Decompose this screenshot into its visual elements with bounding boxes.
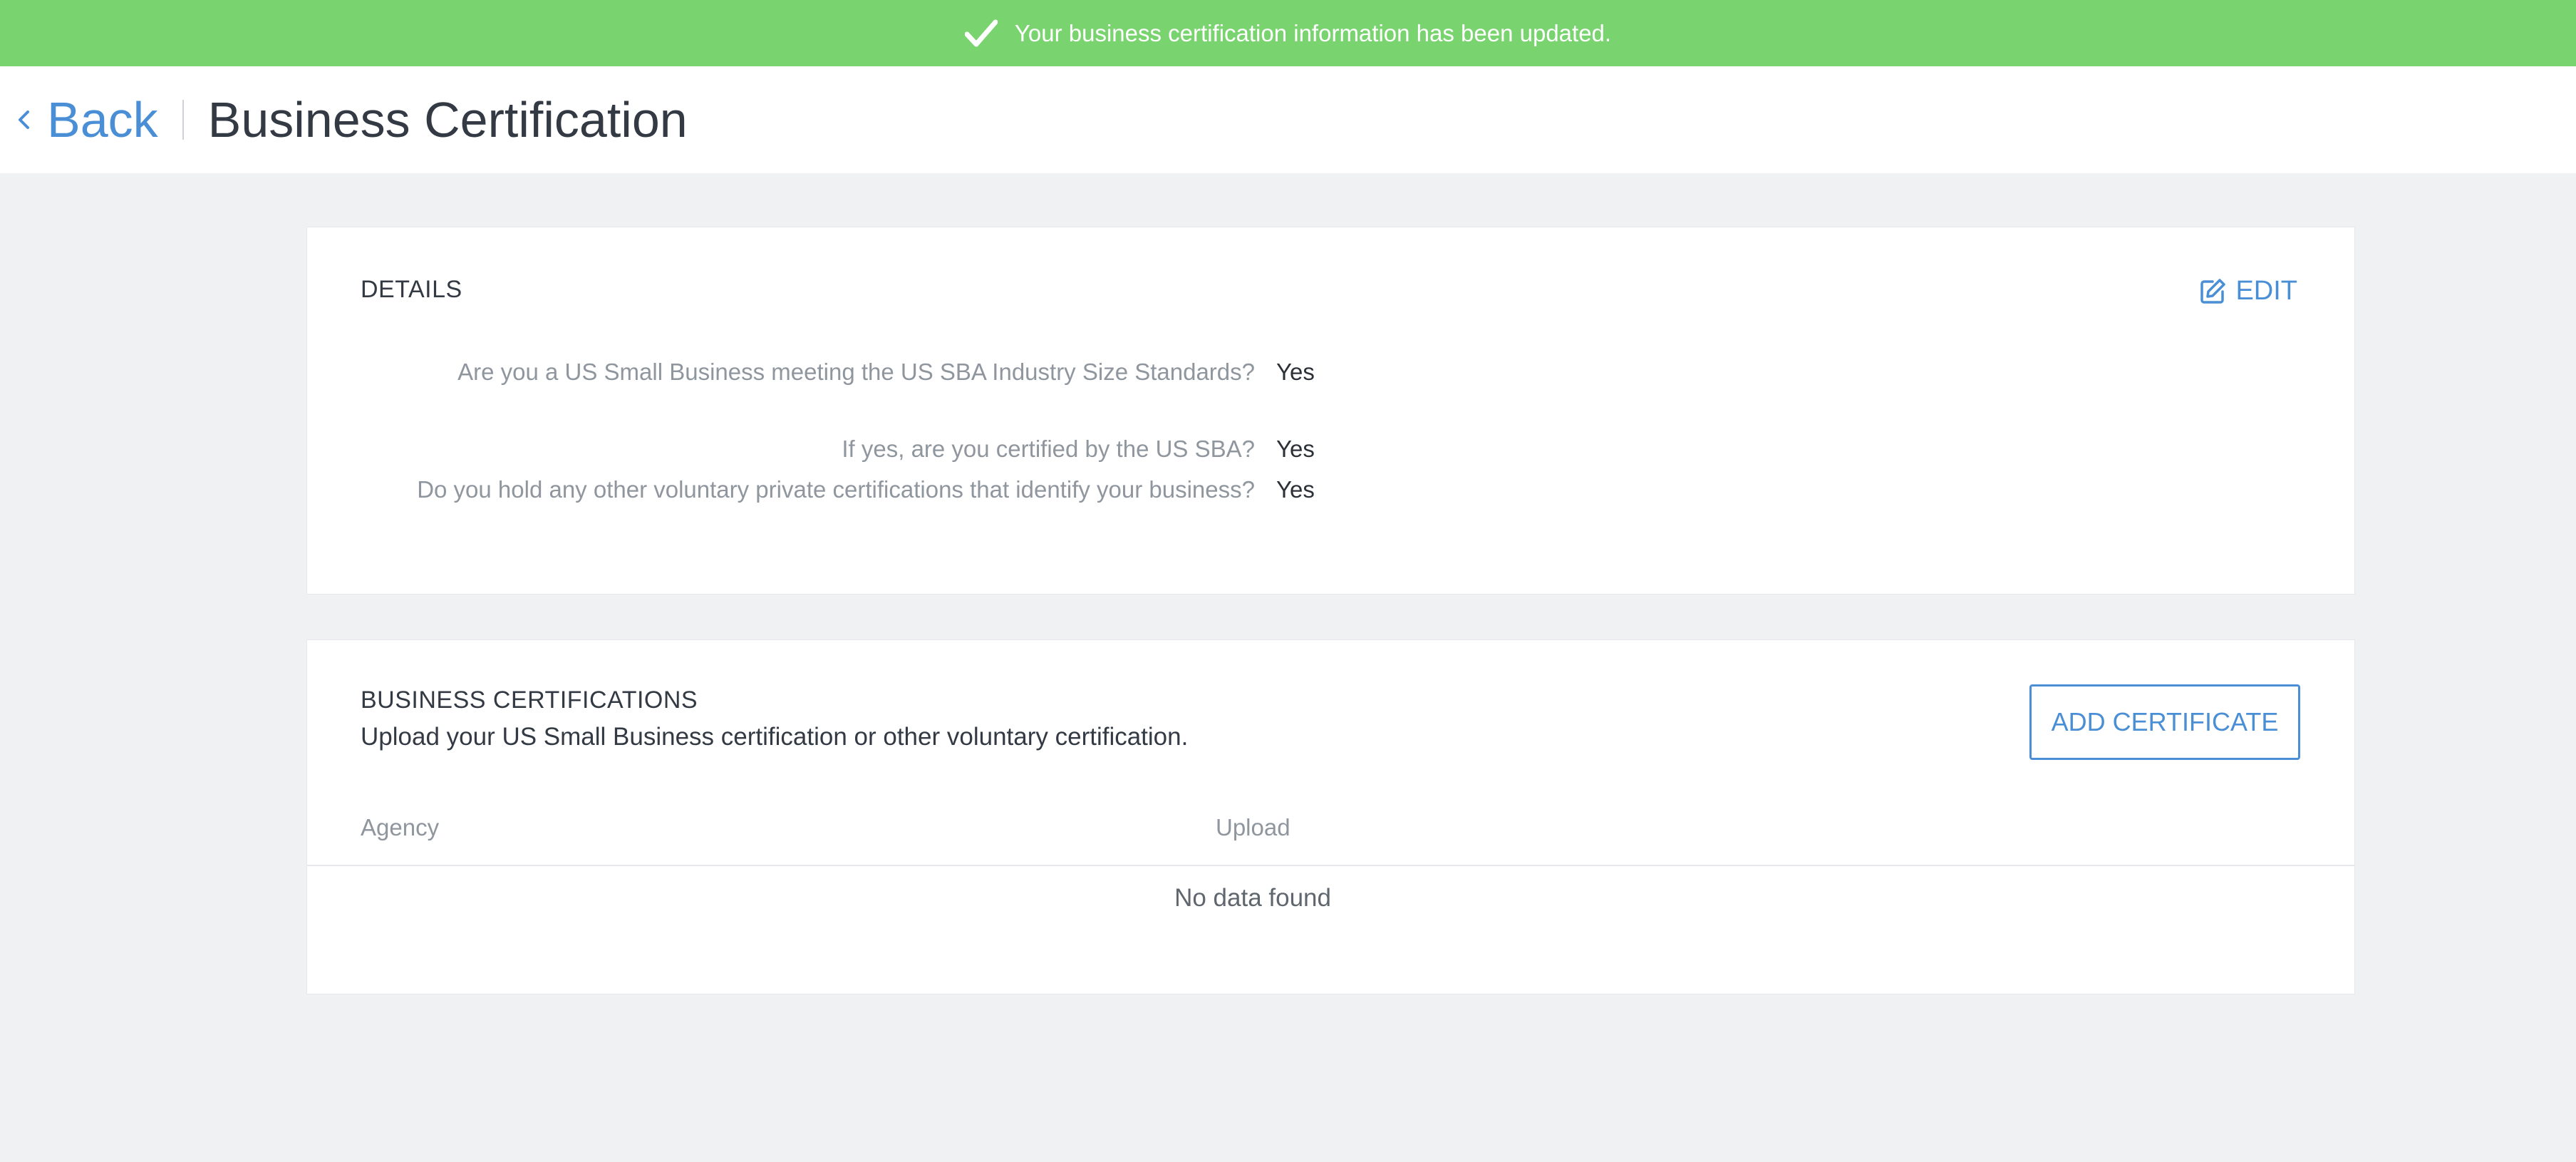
detail-answer: Yes <box>1276 476 1315 503</box>
success-banner: Your business certification information … <box>0 0 2576 66</box>
chevron-left-icon <box>16 106 34 134</box>
column-header-upload[interactable]: Upload <box>1216 814 1290 841</box>
edit-button[interactable]: EDIT <box>2198 276 2297 307</box>
certifications-title: BUSINESS CERTIFICATIONS <box>361 687 698 714</box>
check-icon <box>964 17 998 50</box>
detail-question: Do you hold any other voluntary private … <box>417 476 1255 503</box>
detail-row: Do you hold any other voluntary private … <box>307 471 2354 508</box>
banner-message: Your business certification information … <box>1014 19 1612 46</box>
detail-answer: Yes <box>1276 359 1315 385</box>
add-certificate-button[interactable]: ADD CERTIFICATE <box>2029 684 2300 760</box>
details-title: DETAILS <box>361 276 462 303</box>
detail-row: Are you a US Small Business meeting the … <box>307 353 2354 391</box>
details-card: DETAILS EDIT Are you a US Small Business… <box>306 227 2355 595</box>
page-header: Back Business Certification <box>0 66 2576 173</box>
certifications-card: BUSINESS CERTIFICATIONS Upload your US S… <box>306 639 2355 994</box>
empty-state-text: No data found <box>1174 884 1331 912</box>
back-label: Back <box>47 92 158 148</box>
edit-label: EDIT <box>2235 276 2297 306</box>
back-link[interactable]: Back <box>16 91 158 148</box>
detail-row: If yes, are you certified by the US SBA?… <box>307 430 2354 468</box>
page-title: Business Certification <box>207 92 688 148</box>
column-header-agency[interactable]: Agency <box>361 814 439 841</box>
detail-answer: Yes <box>1276 436 1315 462</box>
edit-icon <box>2198 277 2227 306</box>
detail-question: Are you a US Small Business meeting the … <box>457 359 1255 385</box>
certifications-subtitle: Upload your US Small Business certificat… <box>361 723 1189 751</box>
detail-question: If yes, are you certified by the US SBA? <box>842 436 1255 462</box>
table-divider <box>307 865 2354 866</box>
header-divider <box>182 100 184 140</box>
